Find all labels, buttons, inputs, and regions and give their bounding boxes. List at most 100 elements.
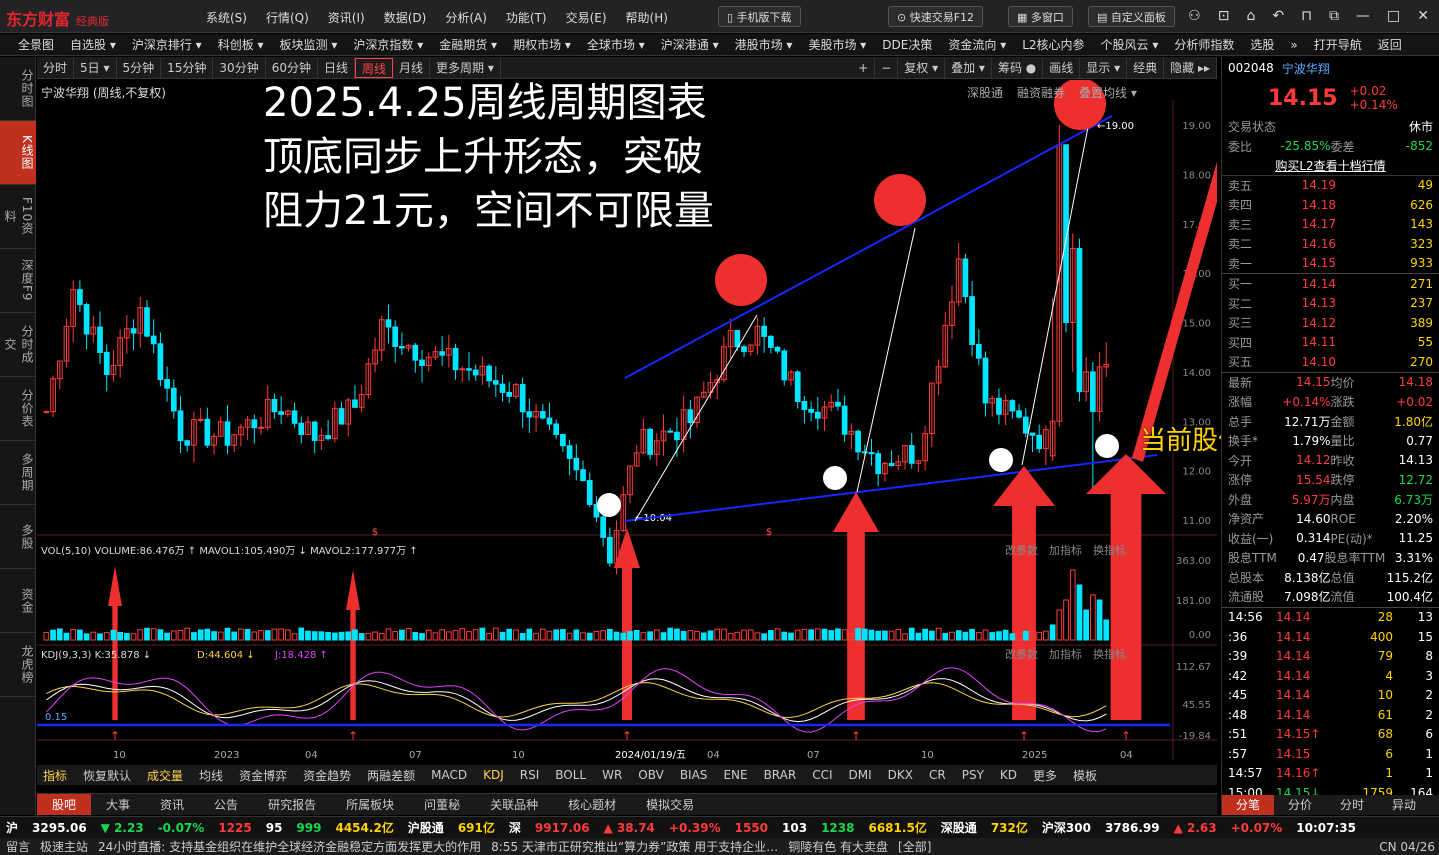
multi-window-button[interactable]: ▦ 多窗口 bbox=[1008, 6, 1073, 27]
nav-item[interactable]: 全景图 bbox=[18, 36, 54, 53]
period-tab[interactable]: 日线 bbox=[318, 57, 355, 78]
sysmenu-item[interactable]: 行情(Q) bbox=[266, 9, 309, 26]
indicator-tab[interactable]: 资金趋势 bbox=[303, 767, 351, 784]
indicator-tab[interactable]: RSI bbox=[520, 768, 540, 782]
nav-item[interactable]: 自选股 ▾ bbox=[70, 36, 116, 53]
lock-icon[interactable]: ⊡ bbox=[1218, 8, 1230, 24]
nav-item[interactable]: 科创板 ▾ bbox=[218, 36, 264, 53]
bottom-tab[interactable]: 公告 bbox=[199, 794, 253, 815]
chart-tool[interactable]: 筹码 ● bbox=[992, 57, 1044, 78]
chart-tool[interactable]: 经典 bbox=[1127, 57, 1165, 78]
ticker-item[interactable]: [全部] bbox=[898, 838, 931, 855]
nav-item[interactable]: 分析师指数 bbox=[1174, 36, 1234, 53]
chart-tool[interactable]: − bbox=[875, 57, 899, 78]
period-tab[interactable]: 分时 bbox=[37, 57, 75, 78]
quote-tab[interactable]: 分价 bbox=[1274, 795, 1326, 815]
left-tab[interactable]: 分时图 bbox=[0, 57, 36, 121]
indicator-tab[interactable]: BIAS bbox=[680, 768, 708, 782]
nav-item[interactable]: 美股市场 ▾ bbox=[808, 36, 866, 53]
bottom-tab[interactable]: 问董秘 bbox=[409, 794, 475, 815]
indicator-tab[interactable]: 成交量 bbox=[147, 767, 183, 784]
left-tab[interactable]: 分价表 bbox=[0, 377, 36, 441]
nav-item[interactable]: 沪深京指数 ▾ bbox=[353, 36, 423, 53]
ticker-item[interactable]: 24小时直播: 支持基金组织在维护全球经济金融稳定方面发挥更大的作用 bbox=[98, 838, 481, 855]
chart-header-link[interactable]: 叠置均线 ▾ bbox=[1079, 84, 1137, 101]
nav-item[interactable]: » bbox=[1290, 38, 1297, 52]
quick-trade-button[interactable]: ⊙ 快速交易F12 bbox=[888, 6, 984, 27]
nav-item[interactable]: 打开导航 bbox=[1314, 36, 1362, 53]
mobile-download-button[interactable]: ▯ 手机版下载 bbox=[718, 6, 801, 27]
indicator-tab[interactable]: CCI bbox=[812, 768, 832, 782]
sysmenu-item[interactable]: 资讯(I) bbox=[328, 9, 365, 26]
l2-link[interactable]: 购买L2查看十档行情 bbox=[1222, 156, 1439, 176]
nav-item[interactable]: 选股 bbox=[1250, 36, 1274, 53]
indicator-tab[interactable]: 更多 bbox=[1033, 767, 1057, 784]
left-tab[interactable]: 龙虎榜 bbox=[0, 633, 36, 697]
nav-item[interactable]: 全球市场 ▾ bbox=[587, 36, 645, 53]
chart-tool[interactable]: + bbox=[852, 57, 876, 78]
indicator-tab[interactable]: BOLL bbox=[555, 768, 586, 782]
bottom-tab[interactable]: 所属板块 bbox=[331, 794, 409, 815]
period-tab[interactable]: 5日 ▾ bbox=[74, 57, 117, 78]
indicator-tab[interactable]: 恢复默认 bbox=[83, 767, 131, 784]
back-icon[interactable]: ↶ bbox=[1272, 8, 1284, 24]
nav-item[interactable]: DDE决策 bbox=[882, 36, 932, 53]
period-tab[interactable]: 5分钟 bbox=[117, 57, 162, 78]
bottom-tab[interactable]: 研究报告 bbox=[253, 794, 331, 815]
indicator-tab[interactable]: ENE bbox=[723, 768, 747, 782]
sysmenu-item[interactable]: 交易(E) bbox=[566, 9, 607, 26]
chart-tool[interactable]: 隐藏 ▸▸ bbox=[1164, 57, 1217, 78]
indicator-tab[interactable]: MACD bbox=[431, 768, 467, 782]
sysmenu-item[interactable]: 数据(D) bbox=[384, 9, 427, 26]
chart-header-link[interactable]: 深股通 bbox=[967, 84, 1003, 101]
nav-item[interactable]: 个股风云 ▾ bbox=[1101, 36, 1159, 53]
indicator-tab[interactable]: DKX bbox=[888, 768, 913, 782]
nav-item[interactable]: 港股市场 ▾ bbox=[735, 36, 793, 53]
bottom-tab[interactable]: 股吧 bbox=[37, 794, 92, 815]
quote-tab[interactable]: 异动 bbox=[1378, 795, 1430, 815]
bottom-tab[interactable]: 资讯 bbox=[145, 794, 199, 815]
ticker-item[interactable]: 留言 bbox=[6, 838, 30, 855]
chart-tool[interactable]: 叠加 ▾ bbox=[945, 57, 992, 78]
sysmenu-item[interactable]: 帮助(H) bbox=[626, 9, 668, 26]
indicator-tab[interactable]: DMI bbox=[849, 768, 872, 782]
indicator-tab[interactable]: KD bbox=[1000, 768, 1017, 782]
sysmenu-item[interactable]: 功能(T) bbox=[506, 9, 547, 26]
indicator-tab[interactable]: WR bbox=[602, 768, 622, 782]
bottom-tab[interactable]: 关联品种 bbox=[475, 794, 553, 815]
left-tab[interactable]: 资金 bbox=[0, 569, 36, 633]
quote-tab[interactable]: 分时 bbox=[1326, 795, 1378, 815]
minimize-icon[interactable]: — bbox=[1356, 8, 1370, 24]
left-tab[interactable]: K线图 bbox=[0, 121, 36, 185]
maximize-icon[interactable]: □ bbox=[1387, 8, 1400, 24]
left-tab[interactable]: F10资料 bbox=[0, 185, 36, 249]
nav-item[interactable]: 资金流向 ▾ bbox=[948, 36, 1006, 53]
chart-tool[interactable]: 显示 ▾ bbox=[1080, 57, 1128, 78]
period-tab[interactable]: 30分钟 bbox=[213, 57, 266, 78]
period-tab[interactable]: 月线 bbox=[393, 57, 431, 78]
chart-tool[interactable]: 画线 bbox=[1043, 57, 1081, 78]
chart-header-link[interactable]: 融资融券 bbox=[1017, 84, 1065, 101]
quote-tab[interactable]: 分笔 bbox=[1222, 795, 1275, 815]
nav-item[interactable]: 板块监测 ▾ bbox=[280, 36, 338, 53]
indicator-tab[interactable]: BRAR bbox=[764, 768, 797, 782]
period-tab[interactable]: 15分钟 bbox=[161, 57, 214, 78]
sysmenu-item[interactable]: 分析(A) bbox=[445, 9, 487, 26]
indicator-tab[interactable]: OBV bbox=[638, 768, 664, 782]
ticker-item[interactable]: 8:55 天津市正研究推出“算力券”政策 用于支持企业… bbox=[491, 838, 778, 855]
indicator-tab[interactable]: CR bbox=[929, 768, 946, 782]
indicator-tab[interactable]: 均线 bbox=[199, 767, 223, 784]
kline-chart-area[interactable]: 19.00 18.00 17.00 16.00 15.00 14.00 13.00 12.00… bbox=[37, 80, 1400, 760]
nav-item[interactable]: 期权市场 ▾ bbox=[513, 36, 571, 53]
indicator-tab[interactable]: 模板 bbox=[1073, 767, 1097, 784]
custom-panel-button[interactable]: ▤ 自定义面板 bbox=[1088, 6, 1175, 27]
nav-item[interactable]: 返回 bbox=[1378, 36, 1402, 53]
period-tab[interactable]: 60分钟 bbox=[266, 57, 318, 78]
copy-icon[interactable]: ⧉ bbox=[1329, 8, 1339, 24]
indicator-tab[interactable]: 指标 bbox=[43, 767, 67, 784]
indicator-tab[interactable]: 两融差额 bbox=[367, 767, 415, 784]
ticker-item[interactable]: 极速主站 bbox=[40, 838, 88, 855]
left-tab[interactable]: 多周期 bbox=[0, 441, 36, 505]
period-tab[interactable]: 更多周期 ▾ bbox=[430, 57, 501, 78]
home-icon[interactable]: ⌂ bbox=[1246, 8, 1255, 24]
